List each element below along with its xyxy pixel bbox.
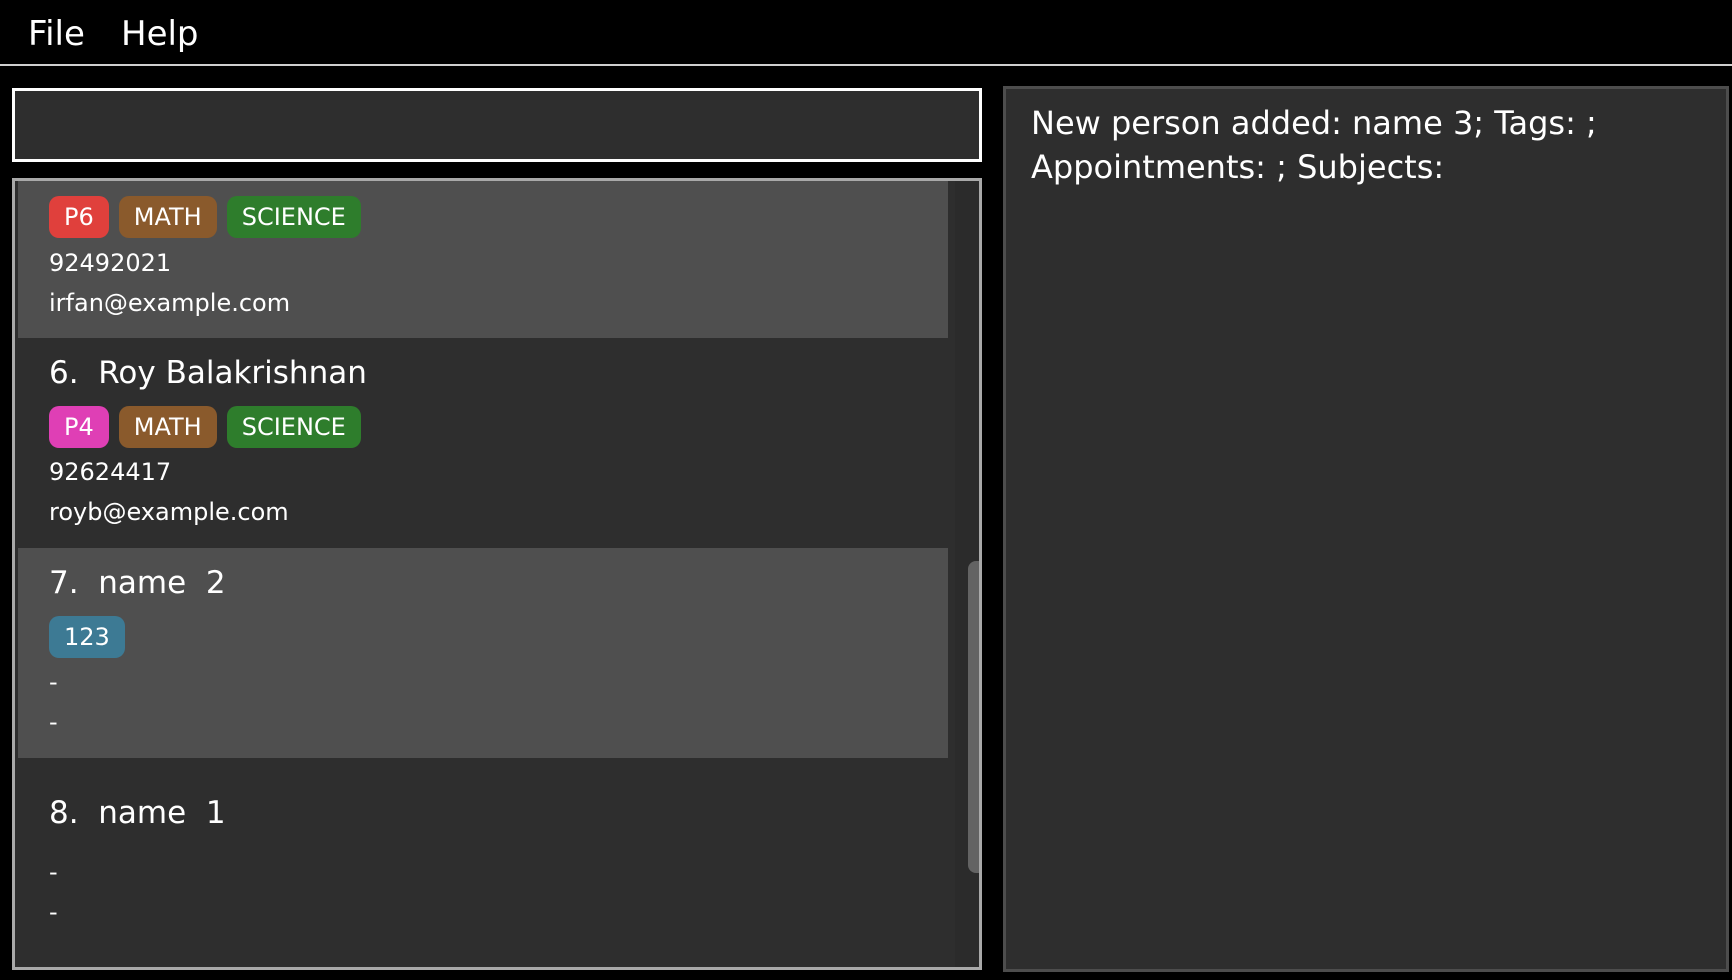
tag-list: P6 MATH SCIENCE	[49, 196, 361, 238]
person-card[interactable]: 6. Roy Balakrishnan P4 MATH SCIENCE 9262…	[18, 338, 948, 548]
command-input[interactable]	[15, 91, 979, 159]
person-phone: 92492021	[49, 249, 172, 277]
tag: SCIENCE	[226, 196, 361, 238]
tag: MATH	[118, 196, 217, 238]
tag: P6	[49, 196, 109, 238]
menu-file[interactable]: File	[28, 12, 85, 56]
scrollbar-thumb[interactable]	[968, 561, 979, 873]
person-list[interactable]: P6 MATH SCIENCE 92492021 irfan@example.c…	[12, 178, 982, 970]
person-email: royb@example.com	[49, 498, 289, 526]
person-email: -	[49, 708, 58, 736]
tag: SCIENCE	[226, 406, 361, 448]
result-message: New person added: name 3; Tags: ; Appoin…	[1031, 104, 1597, 186]
person-email: -	[49, 898, 58, 926]
person-card[interactable]: 7. name 2 123 - -	[18, 548, 948, 758]
person-phone: 92624417	[49, 458, 172, 486]
person-card[interactable]: 8. name 1 - -	[18, 758, 948, 967]
person-phone: -	[49, 858, 58, 886]
command-box	[12, 88, 982, 162]
tag: MATH	[118, 406, 217, 448]
tag-list: P4 MATH SCIENCE	[49, 406, 361, 448]
tag-list: 123	[49, 616, 125, 658]
result-display: New person added: name 3; Tags: ; Appoin…	[1003, 86, 1729, 972]
menu-bar: File Help	[0, 0, 1732, 66]
person-phone: -	[49, 668, 58, 696]
person-email: irfan@example.com	[49, 289, 291, 317]
tag: 123	[49, 616, 125, 658]
person-name: 7. name 2	[49, 565, 226, 601]
person-name: 6. Roy Balakrishnan	[49, 355, 367, 391]
person-name: 8. name 1	[49, 795, 226, 831]
tag: P4	[49, 406, 109, 448]
menu-help[interactable]: Help	[121, 12, 199, 56]
